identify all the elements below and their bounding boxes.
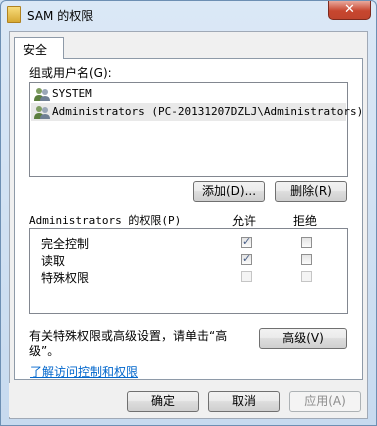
cancel-button[interactable]: 取消: [208, 391, 280, 412]
tab-security-label: 安全: [23, 43, 48, 57]
user-group-icon: [34, 88, 50, 101]
allow-full-control-checkbox[interactable]: [241, 235, 252, 248]
ok-button[interactable]: 确定: [127, 391, 199, 412]
deny-read-checkbox[interactable]: [301, 254, 312, 265]
user-group-icon: [34, 106, 50, 119]
permissions-heading: Administrators 的权限(P): [29, 214, 182, 227]
perm-label-special: 特殊权限: [41, 271, 90, 285]
apply-button[interactable]: 应用(A): [289, 391, 361, 412]
user-row-administrators[interactable]: Administrators (PC-20131207DZLJ\Administ…: [31, 103, 363, 121]
allow-column-header: 允许: [232, 214, 257, 228]
remove-button[interactable]: 删除(R): [275, 181, 347, 202]
deny-special-checkbox[interactable]: [301, 271, 312, 282]
advanced-button[interactable]: 高级(V): [259, 328, 347, 349]
user-label-administrators: Administrators (PC-20131207DZLJ\Administ…: [52, 105, 364, 118]
close-button[interactable]: ✕: [328, 1, 371, 20]
help-link[interactable]: 了解访问控制和权限: [30, 363, 138, 380]
deny-full-control-checkbox[interactable]: [301, 237, 312, 248]
tab-security[interactable]: 安全: [14, 37, 64, 59]
users-heading: 组或用户名(G):: [29, 66, 112, 80]
allow-read-checkbox[interactable]: [241, 252, 252, 265]
user-row-system[interactable]: SYSTEM: [31, 85, 346, 103]
advanced-note-line2: 级”。: [29, 344, 60, 358]
allow-special-checkbox[interactable]: [241, 271, 252, 282]
permissions-list: 完全控制 读取 特殊权限: [29, 228, 348, 314]
perm-label-read: 读取: [41, 254, 66, 268]
folder-icon: [7, 6, 21, 23]
add-button[interactable]: 添加(D)...: [193, 181, 265, 202]
user-label-system: SYSTEM: [52, 87, 92, 100]
perm-label-full-control: 完全控制: [41, 237, 90, 251]
deny-column-header: 拒绝: [293, 214, 318, 228]
title-bar: SAM 的权限 ✕: [1, 1, 376, 29]
users-listbox[interactable]: SYSTEM Administrators (PC-20131207DZLJ\A…: [29, 82, 363, 177]
window-title: SAM 的权限: [27, 9, 94, 23]
